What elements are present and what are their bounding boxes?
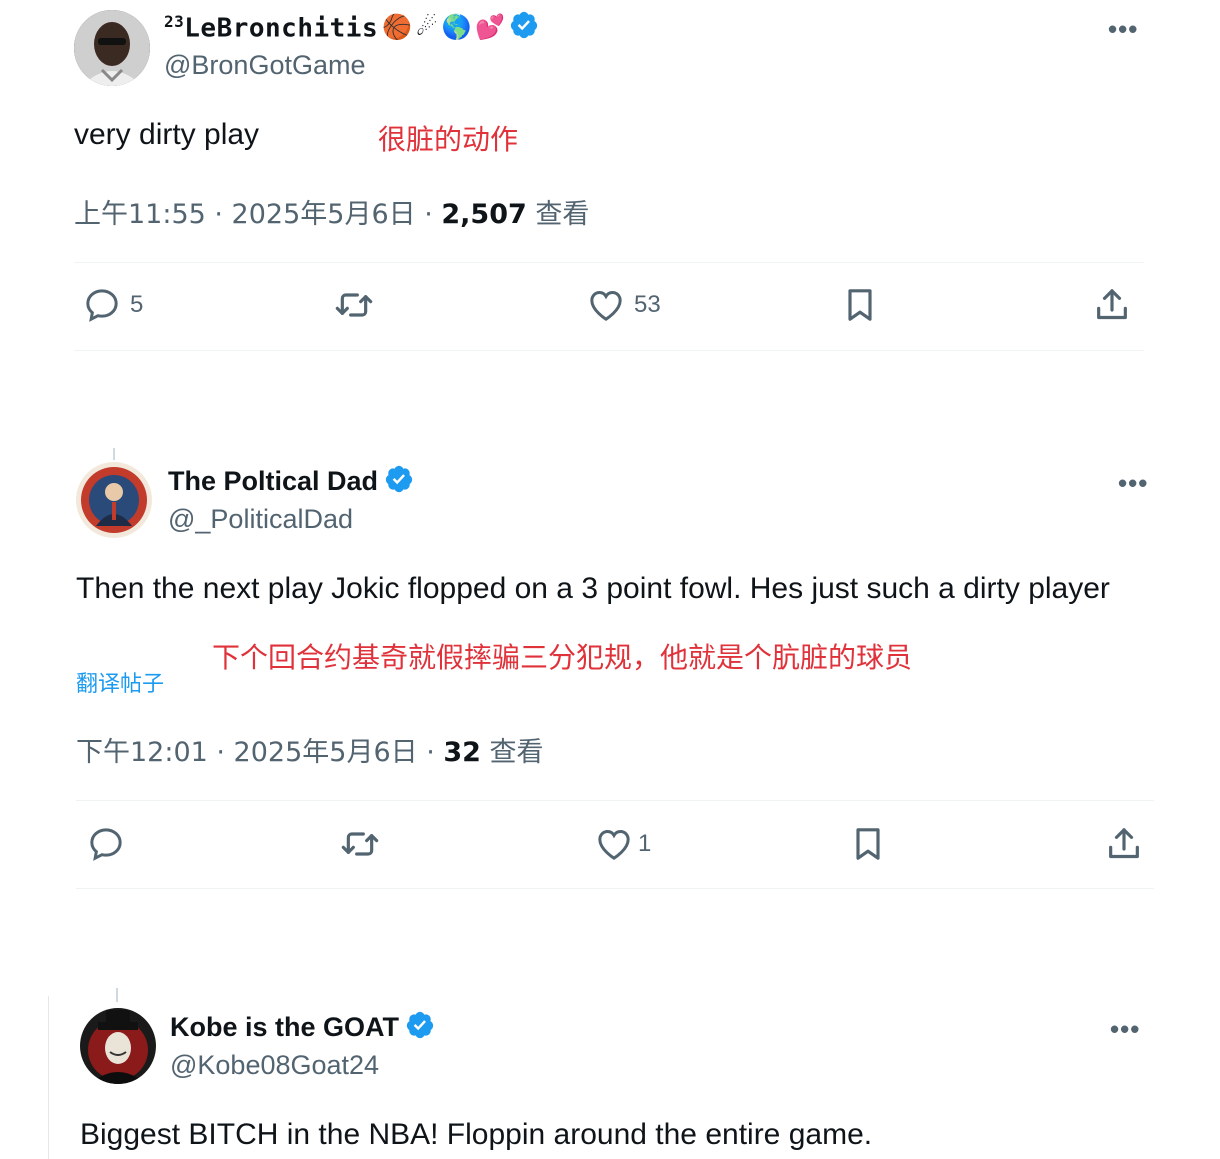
display-name[interactable]: Kobe is the GOAT	[170, 1012, 399, 1043]
divider	[74, 350, 1144, 351]
timestamp[interactable]: 上午11:55 · 2025年5月6日 ·	[74, 199, 441, 230]
bookmark-button[interactable]	[840, 285, 880, 325]
like-count: 53	[634, 291, 661, 318]
share-button[interactable]	[1104, 824, 1144, 864]
share-button[interactable]	[1092, 285, 1132, 325]
reply-icon	[86, 289, 118, 322]
retweet-button[interactable]	[340, 824, 388, 864]
share-icon	[1109, 828, 1139, 859]
comet-icon: ☄	[416, 14, 438, 41]
tweet-text: Then the next play Jokic flopped on a 3 …	[76, 572, 1110, 605]
tweet-meta: 下午12:01 · 2025年5月6日 · 32 查看	[76, 730, 544, 769]
verified-badge-icon	[405, 1010, 435, 1045]
translation-annotation: 很脏的动作	[378, 123, 519, 156]
bookmark-icon	[856, 828, 880, 860]
retweet-icon	[341, 832, 379, 856]
reply-icon	[90, 828, 122, 861]
handle[interactable]: @_PoliticalDad	[168, 504, 353, 535]
verified-badge-icon	[509, 10, 539, 45]
more-options-icon[interactable]: •••	[1118, 468, 1148, 499]
translation-annotation: 下个回合约基奇就假摔骗三分犯规，他就是个肮脏的球员	[212, 641, 913, 674]
bookmark-icon	[848, 289, 872, 321]
like-button[interactable]: 53	[586, 285, 661, 325]
thread-line	[116, 988, 118, 1002]
view-count: 2,507	[441, 199, 527, 230]
avatar[interactable]	[76, 462, 152, 538]
divider	[76, 800, 1154, 801]
like-count: 1	[638, 830, 652, 857]
divider	[74, 262, 1144, 263]
heart-icon	[598, 829, 630, 860]
handle[interactable]: @BronGotGame	[164, 50, 366, 81]
reply-button[interactable]: 5	[82, 285, 143, 325]
view-count: 32	[443, 737, 481, 768]
tweet-meta: 上午11:55 · 2025年5月6日 · 2,507 查看	[74, 192, 589, 231]
reply-count: 5	[130, 291, 144, 318]
divider	[76, 888, 1154, 889]
views-label: 查看	[480, 737, 544, 768]
like-button[interactable]: 1	[594, 824, 651, 864]
avatar[interactable]	[80, 1008, 156, 1084]
retweet-button[interactable]	[334, 285, 382, 325]
reply-button[interactable]	[86, 824, 134, 864]
avatar[interactable]	[74, 10, 150, 86]
translate-post-link[interactable]: 翻译帖子	[76, 666, 164, 698]
display-name[interactable]: The Poltical Dad	[168, 466, 378, 497]
timestamp[interactable]: 下午12:01 · 2025年5月6日 ·	[76, 737, 443, 768]
display-name[interactable]: 23LeBronchitis	[164, 12, 378, 44]
heart-icon	[590, 290, 622, 321]
verified-badge-icon	[384, 464, 414, 499]
thread-line	[113, 448, 115, 460]
tweet-text: very dirty play	[74, 118, 260, 151]
more-options-icon[interactable]: •••	[1110, 1014, 1140, 1045]
bookmark-button[interactable]	[848, 824, 888, 864]
hearts-icon: 💕	[475, 14, 506, 41]
globe-icon: 🌎	[441, 14, 472, 41]
retweet-icon	[335, 293, 373, 317]
more-options-icon[interactable]: •••	[1108, 14, 1138, 45]
card-border	[48, 996, 49, 1159]
share-icon	[1097, 289, 1127, 320]
tweet-text: Biggest BITCH in the NBA! Floppin around…	[80, 1118, 873, 1151]
basketball-icon: 🏀	[382, 14, 412, 41]
views-label: 查看	[526, 199, 590, 230]
handle[interactable]: @Kobe08Goat24	[170, 1050, 379, 1081]
